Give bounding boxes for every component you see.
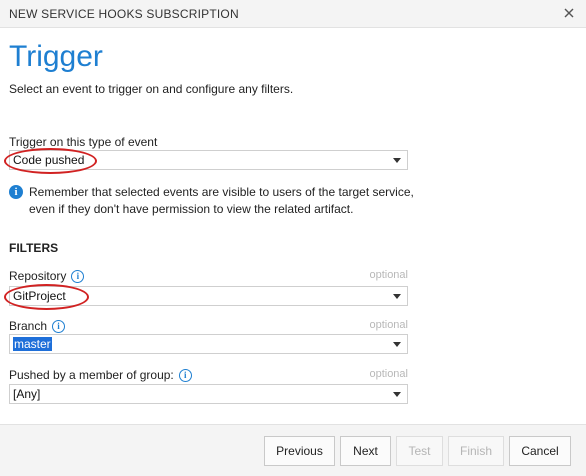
- chevron-down-icon[interactable]: [393, 294, 401, 299]
- info-icon[interactable]: i: [178, 369, 192, 383]
- cancel-button[interactable]: Cancel: [509, 436, 571, 466]
- notice-line-1: Remember that selected events are visibl…: [29, 185, 414, 199]
- filters-heading: FILTERS: [9, 241, 59, 255]
- repository-select[interactable]: GitProject: [9, 286, 408, 306]
- branch-optional: optional: [369, 319, 408, 331]
- group-label: Pushed by a member of group:: [9, 368, 174, 382]
- notice-line-2: even if they don't have permission to vi…: [29, 202, 354, 216]
- group-select[interactable]: [Any]: [9, 384, 408, 404]
- chevron-down-icon[interactable]: [393, 342, 401, 347]
- repository-label-row: Repository i: [9, 269, 85, 284]
- branch-select[interactable]: master: [9, 334, 408, 354]
- chevron-down-icon[interactable]: [393, 158, 401, 163]
- info-icon[interactable]: i: [52, 320, 66, 334]
- dialog-title: NEW SERVICE HOOKS SUBSCRIPTION: [9, 7, 239, 21]
- info-icon[interactable]: i: [71, 270, 85, 284]
- trigger-event-select[interactable]: Code pushed: [9, 150, 408, 170]
- trigger-label: Trigger on this type of event: [9, 135, 158, 149]
- finish-button[interactable]: Finish: [448, 436, 504, 466]
- page-subtitle: Select an event to trigger on and config…: [9, 82, 294, 96]
- trigger-event-value: Code pushed: [13, 153, 85, 167]
- test-button[interactable]: Test: [396, 436, 443, 466]
- branch-label: Branch: [9, 319, 48, 333]
- page-title: Trigger: [9, 40, 103, 73]
- group-label-row: Pushed by a member of group: i: [9, 368, 192, 383]
- dialog-titlebar: NEW SERVICE HOOKS SUBSCRIPTION: [0, 0, 586, 28]
- group-value: [Any]: [13, 387, 41, 401]
- chevron-down-icon[interactable]: [393, 392, 401, 397]
- close-icon[interactable]: [562, 6, 576, 20]
- next-button[interactable]: Next: [340, 436, 391, 466]
- branch-label-row: Branch i: [9, 319, 66, 334]
- info-icon: i: [9, 185, 23, 199]
- branch-value[interactable]: master: [13, 337, 52, 351]
- repository-label: Repository: [9, 269, 67, 283]
- group-optional: optional: [369, 368, 408, 380]
- repository-optional: optional: [369, 269, 408, 281]
- repository-value: GitProject: [13, 289, 66, 303]
- dialog-footer: Previous Next Test Finish Cancel: [0, 424, 586, 476]
- previous-button[interactable]: Previous: [264, 436, 335, 466]
